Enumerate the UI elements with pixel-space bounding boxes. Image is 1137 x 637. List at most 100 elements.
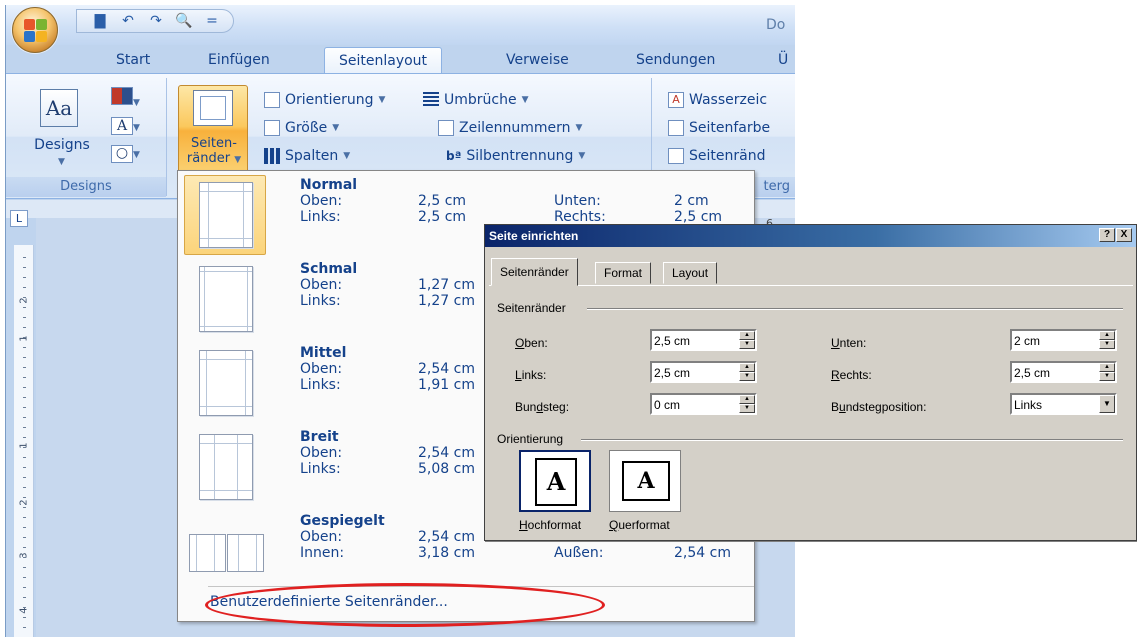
mirrored-pages-icon bbox=[189, 534, 265, 572]
spinner-buttons: ▲ ▼ bbox=[739, 395, 755, 413]
line-numbers-button[interactable]: Zeilennummern ▼ bbox=[438, 120, 582, 136]
ruler-tick bbox=[23, 427, 26, 428]
ruler-tick bbox=[23, 567, 26, 568]
ruler-tick bbox=[23, 377, 26, 378]
window-title: Do bbox=[766, 17, 786, 33]
help-button[interactable]: ? bbox=[1099, 228, 1115, 242]
theme-effects-button[interactable]: ○ ▼ bbox=[111, 145, 140, 163]
print-preview-icon[interactable]: 🔍 bbox=[175, 13, 193, 29]
tab-selector[interactable]: L bbox=[10, 210, 28, 227]
bottom-label: Unten: bbox=[831, 336, 867, 350]
left-margin-input[interactable] bbox=[652, 363, 732, 381]
columns-button[interactable]: Spalten ▼ bbox=[264, 148, 350, 164]
ruler-number: 1 bbox=[18, 335, 30, 342]
tab-format[interactable]: Format bbox=[595, 262, 652, 284]
spin-down-icon[interactable]: ▼ bbox=[1099, 372, 1115, 381]
redo-icon[interactable]: ↷ bbox=[147, 13, 165, 29]
page-color-button[interactable]: Seitenfarbe bbox=[668, 120, 770, 136]
preset-value: 2,5 cm bbox=[418, 193, 467, 209]
ruler-tick bbox=[23, 607, 26, 608]
ruler-tick bbox=[23, 587, 26, 588]
spin-up-icon[interactable]: ▲ bbox=[1099, 363, 1115, 372]
preset-value: 2,5 cm bbox=[418, 209, 467, 225]
customize-icon[interactable]: = bbox=[203, 13, 221, 29]
ruler-tick bbox=[23, 277, 26, 278]
page-borders-button[interactable]: Seitenränd bbox=[668, 148, 765, 164]
top-margin-spinner[interactable]: ▲ ▼ bbox=[650, 329, 757, 351]
ruler-tick bbox=[23, 507, 26, 508]
tab-verweise[interactable]: Verweise bbox=[506, 52, 569, 75]
orientation-button[interactable]: Orientierung ▼ bbox=[264, 92, 385, 108]
spin-up-icon[interactable]: ▲ bbox=[739, 395, 755, 404]
preset-value: 2,54 cm bbox=[418, 445, 475, 461]
save-icon[interactable]: ▇ bbox=[91, 13, 109, 29]
portrait-option[interactable]: A bbox=[519, 450, 591, 512]
tab-ueberpruefen[interactable]: Ü bbox=[778, 52, 788, 75]
preset-label: Oben: bbox=[300, 361, 343, 377]
tab-layout[interactable]: Layout bbox=[663, 262, 718, 284]
bottom-margin-spinner[interactable]: ▲ ▼ bbox=[1010, 329, 1117, 351]
ruler-tick bbox=[23, 407, 26, 408]
bottom-margin-input[interactable] bbox=[1012, 331, 1092, 349]
page-thumbnail-icon bbox=[199, 434, 253, 500]
chevron-down-icon: ▼ bbox=[521, 95, 529, 105]
undo-icon[interactable]: ↶ bbox=[119, 13, 137, 29]
designs-button[interactable]: Aa Designs ▼ bbox=[18, 85, 106, 177]
section-orientation-label: Orientierung bbox=[497, 432, 564, 446]
hyphenation-label: Silbentrennung bbox=[466, 148, 574, 164]
margins-label-line1: Seiten- bbox=[191, 136, 237, 151]
spin-up-icon[interactable]: ▲ bbox=[1099, 331, 1115, 340]
preset-value: 1,27 cm bbox=[418, 277, 475, 293]
preset-label: Links: bbox=[300, 209, 341, 225]
ruler-number: 2 bbox=[18, 297, 30, 304]
spin-down-icon[interactable]: ▼ bbox=[739, 372, 755, 381]
tab-start[interactable]: Start bbox=[116, 52, 150, 75]
top-margin-input[interactable] bbox=[652, 331, 732, 349]
spin-down-icon[interactable]: ▼ bbox=[739, 340, 755, 349]
right-margin-spinner[interactable]: ▲ ▼ bbox=[1010, 361, 1117, 383]
theme-colors-button[interactable]: ▼ bbox=[111, 87, 140, 109]
spin-up-icon[interactable]: ▲ bbox=[739, 363, 755, 372]
margins-button[interactable]: Seiten- ränder ▼ bbox=[178, 85, 248, 177]
title-bar: ▇ ↶ ↷ 🔍 = Do bbox=[6, 5, 795, 53]
theme-colors-icon bbox=[111, 87, 133, 105]
theme-fonts-button[interactable]: A ▼ bbox=[111, 117, 140, 135]
top-label: Oben: bbox=[515, 336, 548, 350]
spinner-buttons: ▲ ▼ bbox=[1099, 363, 1115, 381]
gutter-position-select[interactable]: ▼ bbox=[1010, 393, 1117, 415]
orientation-icon bbox=[264, 92, 280, 108]
watermark-button[interactable]: A Wasserzeic bbox=[668, 92, 767, 108]
preset-thumbnail bbox=[184, 343, 266, 423]
custom-margins-item[interactable]: Benutzerdefinierte Seitenränder... bbox=[210, 594, 448, 610]
spin-down-icon[interactable]: ▼ bbox=[739, 404, 755, 413]
right-margin-input[interactable] bbox=[1012, 363, 1092, 381]
breaks-button[interactable]: Umbrüche ▼ bbox=[423, 92, 529, 108]
hyphenation-button[interactable]: bª Silbentrennung ▼ bbox=[446, 148, 585, 164]
tab-einfuegen[interactable]: Einfügen bbox=[208, 52, 270, 75]
spin-down-icon[interactable]: ▼ bbox=[1099, 340, 1115, 349]
gutter-spinner[interactable]: ▲ ▼ bbox=[650, 393, 757, 415]
ruler-tick bbox=[23, 447, 26, 448]
chevron-down-icon: ▼ bbox=[332, 123, 340, 133]
tab-sendungen[interactable]: Sendungen bbox=[636, 52, 715, 75]
page-thumbnail-icon bbox=[199, 182, 253, 248]
ruler-tick bbox=[23, 327, 26, 328]
left-margin-spinner[interactable]: ▲ ▼ bbox=[650, 361, 757, 383]
ruler-tick bbox=[23, 397, 26, 398]
breaks-icon bbox=[423, 92, 439, 108]
dropdown-arrow-icon[interactable]: ▼ bbox=[1099, 395, 1115, 413]
preset-value: 1,91 cm bbox=[418, 377, 475, 393]
spin-up-icon[interactable]: ▲ bbox=[739, 331, 755, 340]
office-button[interactable] bbox=[12, 7, 58, 53]
preset-name: Normal bbox=[300, 177, 358, 193]
chevron-down-icon: ▼ bbox=[133, 98, 140, 108]
landscape-option[interactable]: A bbox=[609, 450, 681, 512]
chevron-down-icon: ▼ bbox=[343, 151, 351, 161]
close-button[interactable]: X bbox=[1116, 228, 1132, 242]
preset-value: 3,18 cm bbox=[418, 545, 475, 561]
gutter-position-value[interactable] bbox=[1012, 395, 1092, 413]
gutter-input[interactable] bbox=[652, 395, 732, 413]
preset-label: Außen: bbox=[554, 545, 604, 561]
tab-seitenraender[interactable]: Seitenränder bbox=[491, 258, 578, 286]
size-button[interactable]: Größe ▼ bbox=[264, 120, 339, 136]
